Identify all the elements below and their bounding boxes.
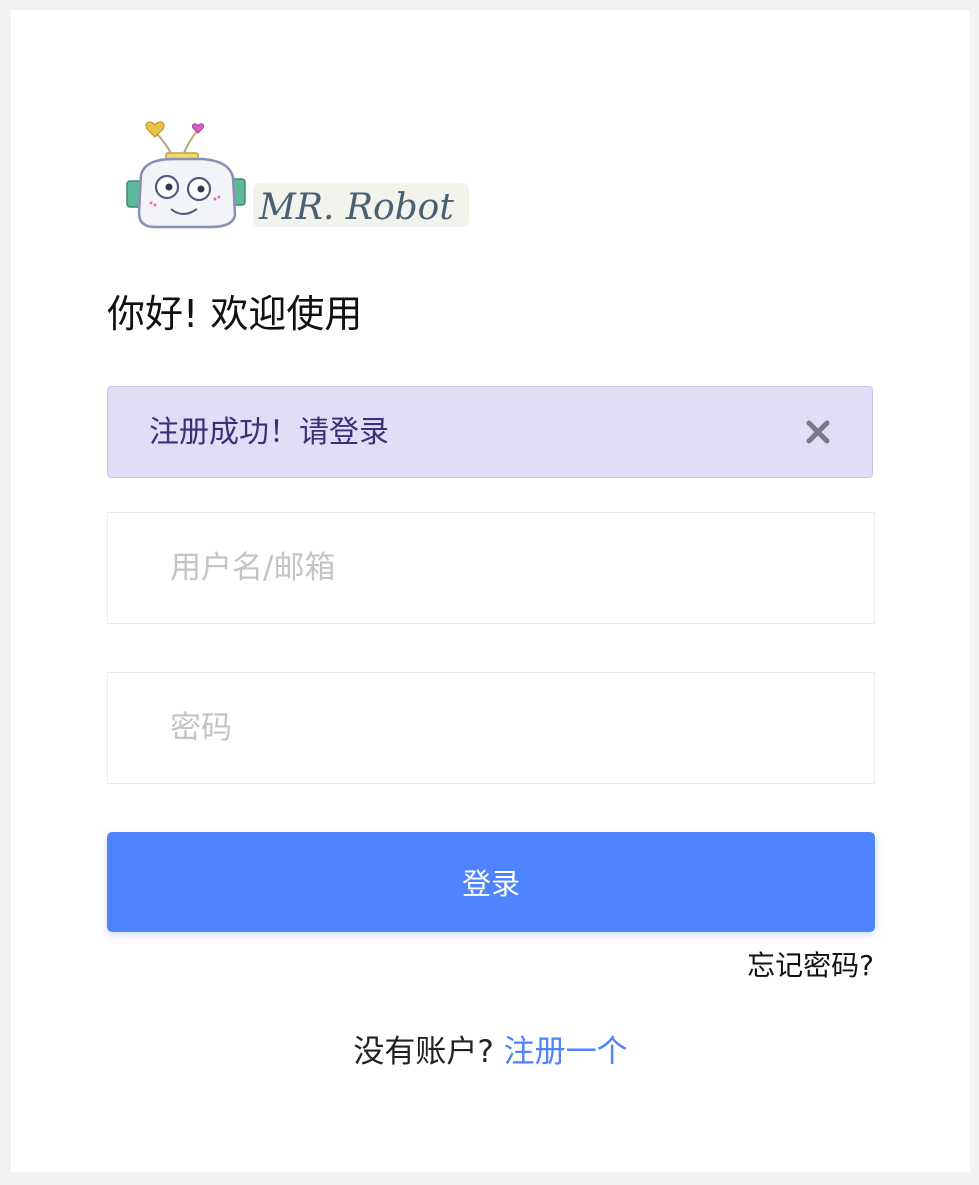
register-prompt: 没有账户? 注册一个: [11, 1032, 970, 1072]
no-account-text: 没有账户?: [353, 1034, 504, 1070]
robot-head-icon: MR. Robot: [126, 121, 469, 229]
register-link[interactable]: 注册一个: [504, 1034, 628, 1070]
password-input[interactable]: [170, 673, 830, 783]
username-field: [107, 512, 875, 624]
alert-message: 注册成功！请登录: [149, 415, 389, 450]
welcome-heading: 你好! 欢迎使用: [107, 292, 363, 336]
forgot-password-link[interactable]: 忘记密码?: [747, 948, 874, 984]
svg-text:MR. Robot: MR. Robot: [258, 187, 454, 228]
password-field: [107, 672, 875, 784]
close-icon[interactable]: [804, 418, 832, 446]
success-alert: 注册成功！请登录: [107, 386, 873, 478]
login-button[interactable]: 登录: [107, 832, 875, 932]
login-card: MR. Robot 你好! 欢迎使用 注册成功！请登录 登录 忘记密码? 没有账…: [11, 10, 970, 1172]
username-input[interactable]: [170, 513, 830, 623]
mr-robot-logo: MR. Robot: [111, 115, 471, 235]
